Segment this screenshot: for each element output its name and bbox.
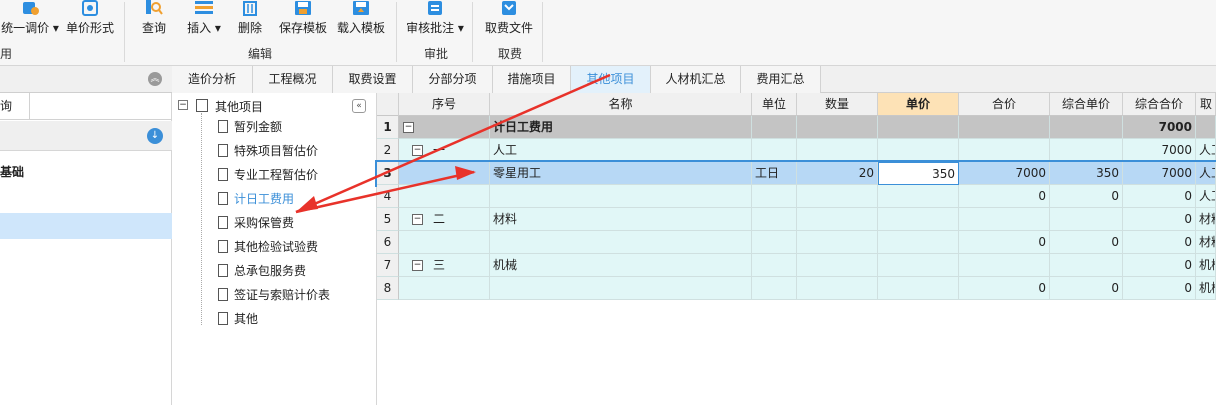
annotation-arrow-line-2: [295, 170, 475, 214]
annotation-arrow-line: [295, 73, 611, 214]
annotation-arrow-head-2: [455, 166, 476, 180]
annotation-arrows: [295, 73, 611, 214]
